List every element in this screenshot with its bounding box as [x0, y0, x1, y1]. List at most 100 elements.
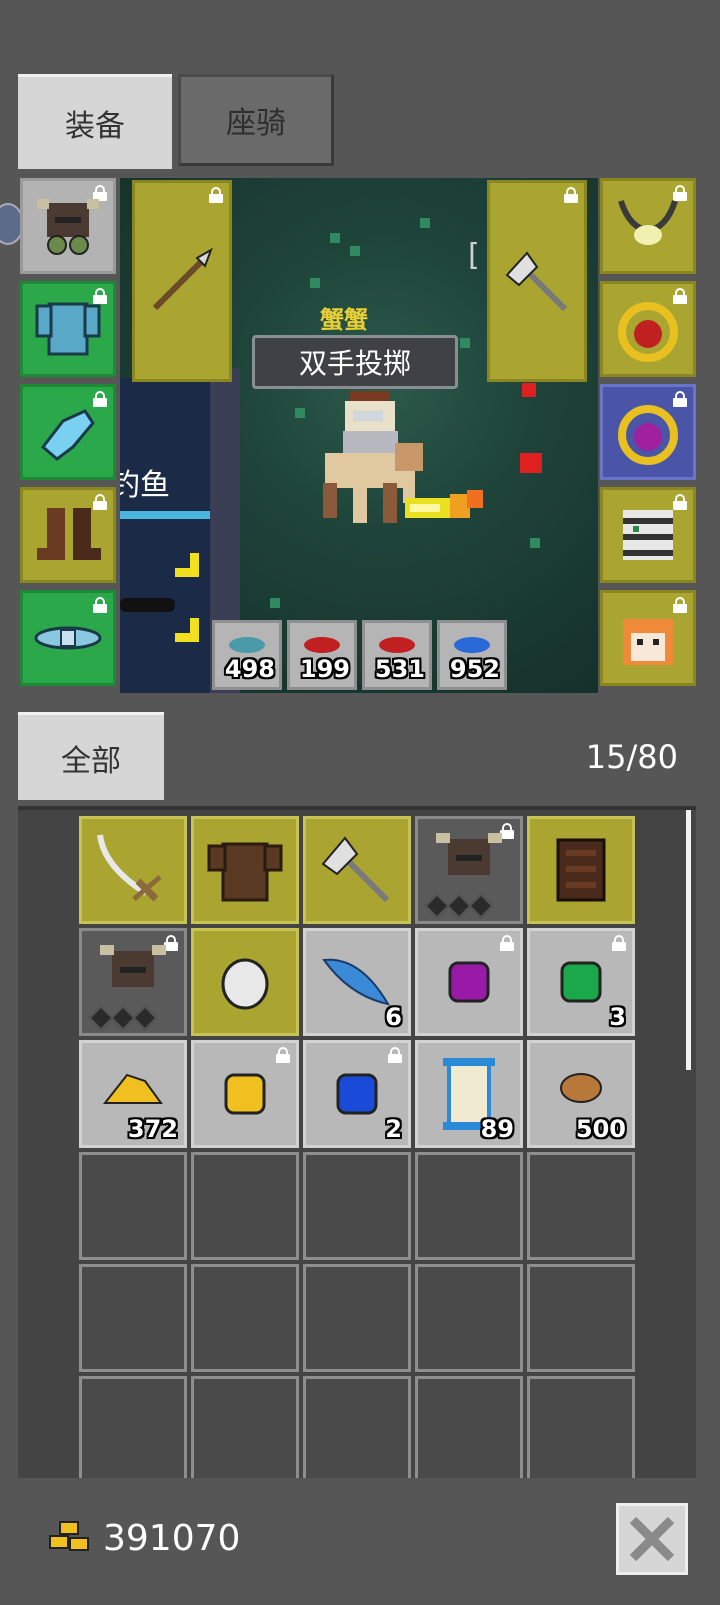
battle-axe-icon [321, 836, 390, 903]
fox-pet-icon [623, 619, 673, 665]
currency-value: 952 [449, 655, 500, 683]
amulet-slot[interactable] [600, 178, 696, 274]
tab-mount[interactable]: 座骑 [178, 74, 334, 166]
currency-value: 498 [224, 655, 275, 683]
main-weapon-slot[interactable] [132, 180, 232, 382]
chainmail-icon [35, 302, 101, 356]
tab-equipment[interactable]: 装备 [18, 74, 172, 169]
inventory-item[interactable]: 6 [303, 928, 411, 1036]
inventory-item[interactable] [527, 816, 635, 924]
ring2-slot[interactable] [600, 384, 696, 480]
empty-slot[interactable] [191, 1264, 299, 1372]
sword-icon [97, 834, 162, 902]
purple-gem-icon [448, 961, 490, 1003]
ruby-ring-icon [618, 302, 678, 362]
axe-icon [505, 251, 568, 312]
star-rating [424, 893, 494, 919]
red-fish-icon [379, 637, 415, 654]
empty-slot[interactable] [303, 1264, 411, 1372]
red-fish-icon [304, 637, 340, 654]
inventory-item[interactable] [303, 816, 411, 924]
pet2-slot[interactable] [600, 590, 696, 686]
empty-slot[interactable] [527, 1376, 635, 1478]
item-quantity: 3 [609, 1003, 626, 1031]
horned-helmet-icon [100, 944, 166, 987]
gauntlet-icon [40, 409, 95, 461]
blue-fish-icon [454, 637, 490, 654]
spear-icon [152, 247, 213, 311]
pet1-slot[interactable] [600, 487, 696, 583]
ring1-slot[interactable] [600, 281, 696, 377]
empty-slot[interactable] [79, 1264, 187, 1372]
horned-amulet-icon [618, 200, 678, 245]
empty-slot[interactable] [79, 1152, 187, 1260]
brown-armor-icon [556, 838, 606, 902]
close-button[interactable] [616, 1503, 688, 1575]
helmet-slot[interactable] [20, 178, 116, 274]
inventory-item[interactable]: 372 [79, 1040, 187, 1148]
lock-icon [564, 187, 578, 203]
fishing-progress-bar [120, 511, 210, 519]
fireball-effect [405, 490, 483, 518]
star-rating [88, 1005, 158, 1031]
lock-icon [276, 1047, 290, 1063]
currency-slot[interactable]: 531 [362, 620, 432, 690]
sapphire-gem-icon [336, 1073, 378, 1115]
cyan-fish-icon [229, 637, 265, 654]
zebra-pet-icon [623, 510, 673, 560]
empty-slot[interactable] [527, 1152, 635, 1260]
inventory-item[interactable]: 89 [415, 1040, 523, 1148]
inventory-item[interactable]: 3 [527, 928, 635, 1036]
empty-slot[interactable] [415, 1264, 523, 1372]
amethyst-ring-icon [618, 405, 678, 465]
inventory-item[interactable]: 2 [303, 1040, 411, 1148]
empty-slot[interactable] [415, 1376, 523, 1478]
inventory-scrollbar[interactable] [686, 810, 691, 1070]
filter-all-button[interactable]: 全部 [18, 712, 164, 800]
item-quantity: 6 [385, 1003, 402, 1031]
lock-icon [209, 187, 223, 203]
belt-slot[interactable] [20, 590, 116, 686]
green-gem-icon [560, 961, 602, 1003]
inventory-item[interactable] [191, 928, 299, 1036]
horned-helmet-icon [436, 832, 502, 875]
currency-slot[interactable]: 498 [212, 620, 282, 690]
inventory-item[interactable] [415, 928, 523, 1036]
empty-slot[interactable] [191, 1152, 299, 1260]
fishing-marker [175, 553, 199, 577]
gloves-slot[interactable] [20, 384, 116, 480]
gold-gem-icon [224, 1073, 266, 1115]
inventory-item[interactable] [79, 928, 187, 1036]
boots-slot[interactable] [20, 487, 116, 583]
fish-shadow [120, 598, 175, 612]
empty-slot[interactable] [303, 1152, 411, 1260]
offhand-weapon-slot[interactable] [487, 180, 587, 382]
lock-icon [93, 597, 107, 613]
inventory-item[interactable]: 500 [527, 1040, 635, 1148]
skill-label: 双手投掷 [252, 335, 458, 389]
empty-slot[interactable] [415, 1152, 523, 1260]
currency-slot[interactable]: 952 [437, 620, 507, 690]
pet-name-label: 蟹蟹 [320, 306, 368, 334]
inventory-item[interactable] [79, 816, 187, 924]
currency-slot[interactable]: 199 [287, 620, 357, 690]
boots-icon [37, 508, 101, 560]
item-quantity: 2 [385, 1115, 402, 1143]
item-quantity: 500 [575, 1115, 626, 1143]
leather-armor-icon [207, 842, 283, 902]
empty-slot[interactable] [527, 1264, 635, 1372]
empty-slot[interactable] [79, 1376, 187, 1478]
inventory-item[interactable] [191, 816, 299, 924]
armor-slot[interactable] [20, 281, 116, 377]
lock-icon [612, 935, 626, 951]
belt-icon [34, 626, 102, 650]
fishing-marker [175, 618, 199, 642]
empty-slot[interactable] [303, 1376, 411, 1478]
lock-icon [500, 935, 514, 951]
empty-slot[interactable] [191, 1376, 299, 1478]
close-icon [629, 1516, 675, 1562]
inventory-item[interactable] [191, 1040, 299, 1148]
item-quantity: 372 [127, 1115, 178, 1143]
inventory-item[interactable] [415, 816, 523, 924]
gold-pile-icon [102, 1073, 163, 1104]
